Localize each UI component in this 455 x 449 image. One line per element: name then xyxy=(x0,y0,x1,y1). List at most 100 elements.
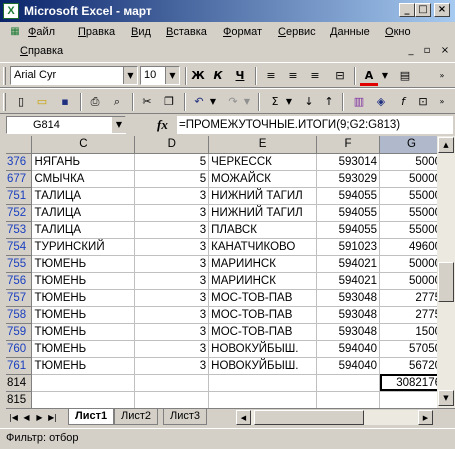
toolbar-options-icon[interactable]: » xyxy=(436,92,448,112)
menu-file[interactable]: Файл xyxy=(28,26,55,38)
row-header[interactable]: 753 xyxy=(6,221,33,239)
cell-d[interactable]: 3 xyxy=(134,323,210,341)
tab-sheet2[interactable]: Лист2 xyxy=(114,409,159,425)
maximize-button[interactable]: □ xyxy=(415,3,431,17)
menu-tools[interactable]: Сервис xyxy=(278,26,316,38)
cell-d[interactable]: 3 xyxy=(134,340,210,358)
cell-f[interactable]: 593048 xyxy=(316,323,381,341)
cell-d[interactable]: 3 xyxy=(134,221,210,239)
cell-c[interactable]: ТАЛИЦА xyxy=(31,187,136,205)
bold-button[interactable]: Ж xyxy=(190,66,206,86)
row-header[interactable]: 815 xyxy=(6,391,33,408)
copy-icon[interactable]: ❐ xyxy=(160,92,178,112)
chart-wizard-icon[interactable]: ▥ xyxy=(350,92,368,112)
cell-c[interactable]: ТЮМЕНЬ xyxy=(31,289,136,307)
cell-e[interactable]: МАРИИНСК xyxy=(208,255,318,273)
open-folder-icon[interactable]: ▭ xyxy=(33,92,51,112)
scroll-down-icon[interactable]: ▼ xyxy=(438,390,454,406)
cell-e[interactable]: КАНАТЧИКОВО xyxy=(208,238,318,256)
toolbar-grip[interactable] xyxy=(3,93,6,111)
cell-f[interactable]: 594055 xyxy=(316,204,381,222)
cell-c[interactable]: ТАЛИЦА xyxy=(31,221,136,239)
cell-f[interactable]: 594021 xyxy=(316,255,381,273)
column-header-c[interactable]: C xyxy=(31,136,136,154)
cell-g[interactable]: 5000 xyxy=(379,153,444,171)
prev-sheet-icon[interactable]: ◀ xyxy=(21,411,32,424)
row-header[interactable]: 814 xyxy=(6,374,33,392)
scroll-up-icon[interactable]: ▲ xyxy=(438,137,454,153)
cell-f[interactable]: 593014 xyxy=(316,153,381,171)
cell-c[interactable]: ТЮМЕНЬ xyxy=(31,323,136,341)
cell-f[interactable]: 593029 xyxy=(316,170,381,188)
cell-f[interactable]: 594055 xyxy=(316,221,381,239)
cell-e[interactable]: МОС-ТОВ-ПАВ xyxy=(208,323,318,341)
cell-g[interactable]: 49600 xyxy=(379,238,444,256)
cell-g[interactable]: 56720 xyxy=(379,357,444,375)
first-sheet-icon[interactable]: |◀ xyxy=(8,411,19,424)
cell-c[interactable] xyxy=(31,374,136,392)
chevron-down-icon[interactable]: ▼ xyxy=(208,92,218,112)
cell-d[interactable] xyxy=(134,374,210,392)
cell-f[interactable] xyxy=(316,391,381,408)
cell-g[interactable]: 55000 xyxy=(379,187,444,205)
format-painter-icon[interactable]: ▤ xyxy=(396,66,414,86)
workbook-icon[interactable]: ▦ xyxy=(8,25,22,39)
font-select[interactable]: Arial Cyr ▼ xyxy=(10,66,138,85)
cell-c[interactable]: ТЮМЕНЬ xyxy=(31,357,136,375)
cell-g[interactable]: 50000 xyxy=(379,272,444,290)
cell-d[interactable]: 3 xyxy=(134,357,210,375)
cell-d[interactable]: 3 xyxy=(134,187,210,205)
selected-cell-g814[interactable]: 3082176 xyxy=(379,374,444,392)
cell-d[interactable]: 5 xyxy=(134,170,210,188)
sort-ascending-icon[interactable]: ↓ xyxy=(300,92,318,112)
row-header[interactable]: 677 xyxy=(6,170,33,188)
toolbar-options-icon[interactable]: » xyxy=(436,66,448,86)
cell-f[interactable]: 594055 xyxy=(316,187,381,205)
redo-icon[interactable]: ↷ xyxy=(224,92,242,112)
italic-button[interactable]: К xyxy=(210,66,226,86)
row-header[interactable]: 757 xyxy=(6,289,33,307)
underline-button[interactable]: Ч xyxy=(232,66,248,86)
row-header[interactable]: 755 xyxy=(6,255,33,273)
last-sheet-icon[interactable]: ▶| xyxy=(47,411,58,424)
row-header[interactable]: 752 xyxy=(6,204,33,222)
next-sheet-icon[interactable]: ▶ xyxy=(34,411,45,424)
row-header[interactable]: 759 xyxy=(6,323,33,341)
formula-input[interactable]: =ПРОМЕЖУТОЧНЫЕ.ИТОГИ(9;G2:G813) xyxy=(177,116,453,134)
cell-f[interactable]: 594040 xyxy=(316,357,381,375)
align-right-icon[interactable]: ≡ xyxy=(306,66,324,86)
merge-center-icon[interactable]: ⊟ xyxy=(330,66,350,86)
print-icon[interactable]: ⎙ xyxy=(86,92,104,112)
undo-icon[interactable]: ↶ xyxy=(190,92,208,112)
select-all-corner[interactable] xyxy=(6,136,33,154)
scroll-left-icon[interactable]: ◀ xyxy=(236,410,251,425)
cell-c[interactable]: НЯГАНЬ xyxy=(31,153,136,171)
cell-c[interactable]: ТЮМЕНЬ xyxy=(31,272,136,290)
save-icon[interactable]: ▪ xyxy=(56,92,74,112)
cell-g[interactable]: 57050 xyxy=(379,340,444,358)
minimize-button[interactable]: _ xyxy=(399,3,415,17)
cell-f[interactable]: 591023 xyxy=(316,238,381,256)
chevron-down-icon[interactable]: ▼ xyxy=(112,117,126,133)
font-size-select[interactable]: 10 ▼ xyxy=(140,66,180,85)
cell-g[interactable]: 2775 xyxy=(379,289,444,307)
cell-d[interactable]: 3 xyxy=(134,255,210,273)
cell-d[interactable]: 3 xyxy=(134,238,210,256)
cell-g[interactable]: 55000 xyxy=(379,221,444,239)
menu-data[interactable]: Данные xyxy=(330,26,370,38)
cell-c[interactable]: ТЮМЕНЬ xyxy=(31,340,136,358)
cell-f[interactable]: 593048 xyxy=(316,289,381,307)
cell-c[interactable]: ТУРИНСКИЙ xyxy=(31,238,136,256)
cell-e[interactable]: МОЖАЙСК xyxy=(208,170,318,188)
align-left-icon[interactable]: ≡ xyxy=(262,66,280,86)
row-header[interactable]: 756 xyxy=(6,272,33,290)
close-button[interactable]: × xyxy=(434,3,450,17)
cut-icon[interactable]: ✂ xyxy=(138,92,156,112)
name-box[interactable]: G814 xyxy=(6,116,126,134)
row-header[interactable]: 761 xyxy=(6,357,33,375)
cell-d[interactable]: 3 xyxy=(134,272,210,290)
insert-function-icon[interactable]: f xyxy=(394,92,412,112)
cell-e[interactable]: НОВОКУЙБЫШ. xyxy=(208,340,318,358)
menu-window[interactable]: Окно xyxy=(385,26,411,38)
autosum-icon[interactable]: Σ xyxy=(266,92,284,112)
